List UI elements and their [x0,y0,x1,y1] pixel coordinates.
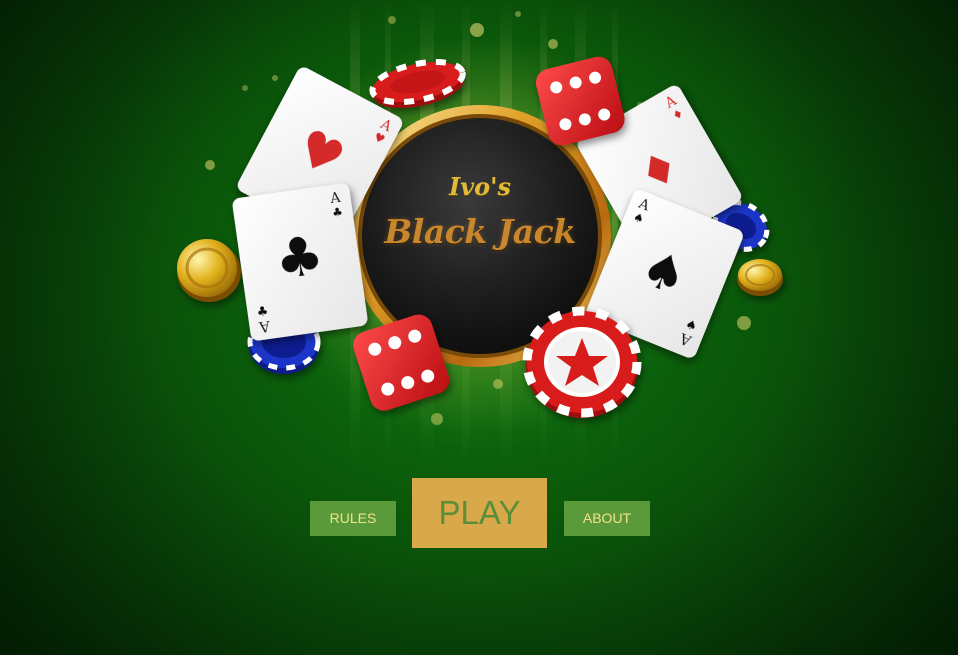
card-ace-clubs: A ♣ ♣ ♣ A [232,183,368,341]
logo-title-line2: Black Jack [384,212,576,251]
red-chip-star [522,306,642,418]
logo-title-line1: Ivo's [448,172,512,201]
gold-coin-right [737,259,783,296]
gold-coin-left [177,239,241,302]
rules-button[interactable]: RULES [310,501,396,536]
svg-text:♣: ♣ [271,223,328,292]
play-button[interactable]: PLAY [412,478,547,548]
svg-text:♣: ♣ [331,205,344,220]
about-button[interactable]: ABOUT [564,501,650,536]
